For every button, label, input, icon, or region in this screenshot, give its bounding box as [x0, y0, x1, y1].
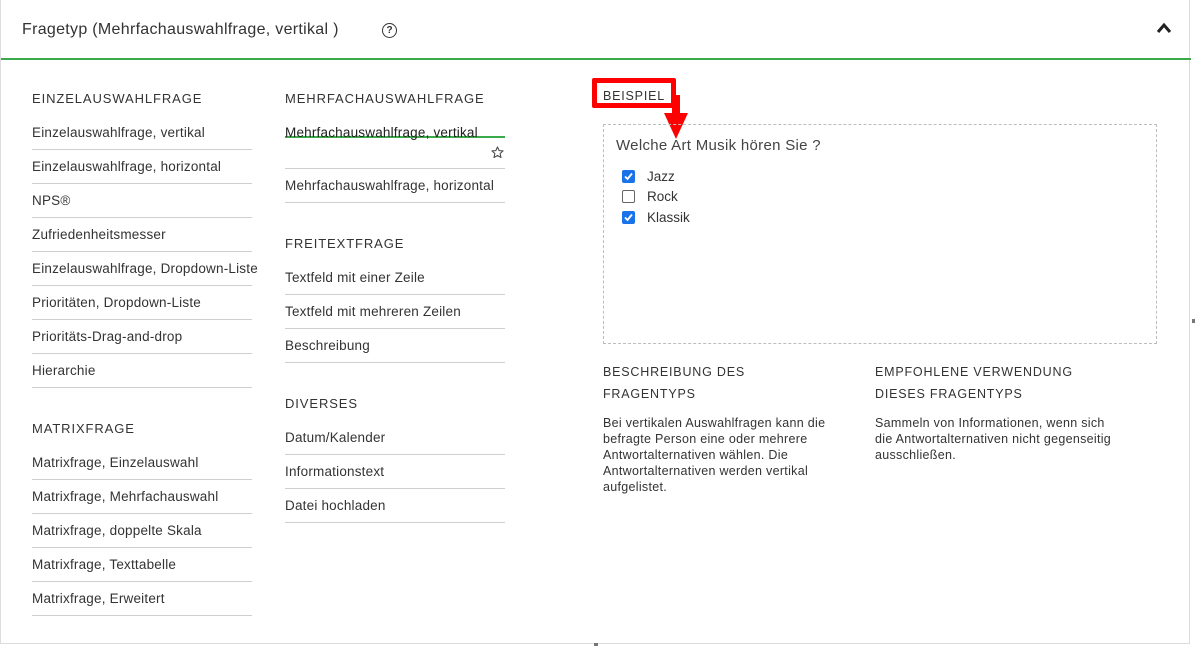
type-item[interactable]: Datum/Kalender [285, 421, 505, 455]
type-item[interactable]: Prioritäts-Drag-and-drop [32, 320, 252, 354]
example-option[interactable]: Klassik [622, 210, 690, 226]
question-type-column-2: MEHRFACHAUSWAHLFRAGE Mehrfachauswahlfrag… [285, 82, 505, 523]
option-label: Klassik [647, 210, 690, 225]
section-heading-matrix: MATRIXFRAGE [32, 421, 135, 436]
type-item[interactable]: Textfeld mit einer Zeile [285, 261, 505, 295]
section-heading-free-text: FREITEXTFRAGE [285, 236, 405, 251]
type-item[interactable]: Matrixfrage, doppelte Skala [32, 514, 252, 548]
type-item[interactable]: Matrixfrage, Erweitert [32, 582, 252, 616]
description-text: Bei vertikalen Auswahlfragen kann die be… [603, 416, 826, 494]
option-label: Rock [647, 189, 678, 204]
section-heading-misc: DIVERSES [285, 396, 358, 411]
type-item[interactable]: Einzelauswahlfrage, horizontal [32, 150, 252, 184]
chevron-up-icon[interactable] [1156, 22, 1172, 34]
question-type-column-1: EINZELAUSWAHLFRAGE Einzelauswahlfrage, v… [32, 82, 258, 616]
type-item[interactable]: Beschreibung [285, 329, 505, 363]
section-heading-single-choice: EINZELAUSWAHLFRAGE [32, 91, 203, 106]
example-option[interactable]: Rock [622, 189, 678, 205]
example-option[interactable]: Jazz [622, 169, 675, 185]
type-item[interactable]: Informationstext [285, 455, 505, 489]
type-item[interactable]: Matrixfrage, Einzelauswahl [32, 446, 252, 480]
example-question: Welche Art Musik hören Sie ? [616, 137, 821, 154]
question-circle-icon[interactable]: ? [382, 23, 397, 38]
type-item[interactable]: Datei hochladen [285, 489, 505, 523]
example-preview: Welche Art Musik hören Sie ? Jazz Rock K… [603, 124, 1157, 344]
favorite-row [285, 138, 505, 169]
checkbox-checked[interactable] [622, 169, 635, 183]
section-heading-multiple-choice: MEHRFACHAUSWAHLFRAGE [285, 91, 485, 106]
type-item[interactable]: Prioritäten, Dropdown-Liste [32, 286, 252, 320]
type-item[interactable]: Textfeld mit mehreren Zeilen [285, 295, 505, 329]
usage-heading: EMPFOHLENE VERWENDUNG DIESES FRAGENTYPS [875, 365, 1073, 401]
panel-title: Fragetyp (Mehrfachauswahlfrage, vertikal… [22, 21, 339, 38]
type-item[interactable]: Hierarchie [32, 354, 252, 388]
panel-header[interactable]: Fragetyp (Mehrfachauswahlfrage, vertikal… [1, 0, 1191, 60]
type-item[interactable]: Zufriedenheitsmesser [32, 218, 252, 252]
type-item[interactable]: Matrixfrage, Texttabelle [32, 548, 252, 582]
type-item[interactable]: Einzelauswahlfrage, vertikal [32, 116, 252, 150]
checkbox-checked[interactable] [622, 210, 635, 224]
option-label: Jazz [647, 169, 675, 184]
description-heading: BESCHREIBUNG DES FRAGENTYPS [603, 365, 745, 401]
checkbox-unchecked[interactable] [622, 189, 635, 203]
type-item[interactable]: Mehrfachauswahlfrage, horizontal [285, 169, 505, 203]
type-item[interactable]: NPS® [32, 184, 252, 218]
type-item-selected[interactable]: Mehrfachauswahlfrage, vertikal [285, 116, 505, 140]
type-item[interactable]: Einzelauswahlfrage, Dropdown-Liste [32, 252, 258, 286]
star-outline-icon[interactable] [491, 146, 504, 159]
type-item[interactable]: Matrixfrage, Mehrfachauswahl [32, 480, 252, 514]
usage-text: Sammeln von Informationen, wenn sich die… [875, 416, 1112, 462]
